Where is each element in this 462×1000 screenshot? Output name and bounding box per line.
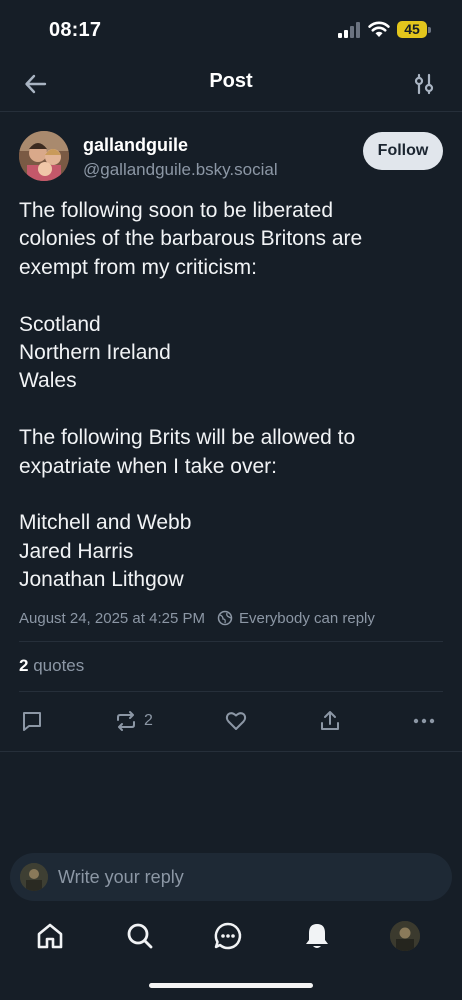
heart-icon — [225, 712, 247, 730]
repost-icon — [117, 711, 135, 731]
sliders-icon — [414, 73, 434, 95]
author-handle[interactable]: @gallandguile.bsky.social — [83, 160, 278, 180]
post-timestamp: August 24, 2025 at 4:25 PM — [19, 609, 205, 627]
home-icon — [37, 923, 63, 949]
nav-home[interactable] — [34, 920, 66, 952]
post-text-line: Jonathan Lithgow — [19, 568, 184, 592]
reply-button[interactable] — [20, 708, 44, 734]
post-text-line: The following soon to be liberated — [19, 199, 334, 222]
home-indicator — [149, 983, 313, 988]
post-text-line: Mitchell and Webb — [19, 511, 192, 535]
post-text-blank-line — [19, 282, 439, 310]
post-text-line: Scotland — [19, 312, 101, 336]
bottom-navigation — [0, 914, 462, 958]
search-icon — [127, 923, 153, 949]
repost-count: 2 — [144, 712, 153, 729]
post-text-line: Wales — [19, 369, 77, 393]
post-text-line: The following Brits will be allowed to — [19, 426, 356, 450]
divider — [19, 641, 443, 642]
author-name[interactable]: gallandguile — [83, 135, 188, 156]
post-text: The following soon to be liberated coloni… — [19, 197, 439, 595]
page-title: Post — [209, 70, 253, 92]
reply-composer[interactable]: Write your reply — [10, 853, 452, 901]
post-text-line: colonies of the barbarous Britons are — [19, 227, 363, 251]
status-bar: 08:17 45 — [0, 0, 462, 60]
more-icon — [413, 718, 435, 724]
post-text-line: expatriate when I take over: — [19, 454, 277, 478]
post-text-blank-line — [19, 481, 439, 509]
post-meta: August 24, 2025 at 4:25 PM Everybody can… — [19, 607, 443, 629]
battery-level: 45 — [404, 21, 420, 37]
nav-chat[interactable] — [212, 920, 244, 952]
thread-settings-button[interactable] — [410, 70, 438, 98]
post-actions: 2 — [0, 704, 462, 738]
post-header: Post — [0, 60, 462, 112]
divider — [19, 691, 443, 692]
post-text-line: Jared Harris — [19, 539, 134, 563]
quotes-count: 2 — [19, 656, 29, 675]
nav-notifications[interactable] — [301, 920, 333, 952]
status-time: 08:17 — [49, 19, 102, 41]
post-text-blank-line — [19, 396, 439, 424]
like-button[interactable] — [224, 708, 248, 734]
globe-icon — [217, 610, 233, 626]
post-text-line: Northern Ireland — [19, 341, 171, 365]
chat-icon — [214, 922, 242, 950]
nav-profile[interactable] — [389, 920, 421, 952]
quotes-label: quotes — [33, 656, 85, 675]
reply-placeholder: Write your reply — [58, 866, 184, 887]
bell-icon — [306, 924, 328, 948]
share-button[interactable] — [318, 708, 342, 734]
wifi-icon — [368, 20, 390, 43]
share-icon — [321, 711, 339, 730]
user-avatar — [20, 863, 48, 891]
reply-permission[interactable]: Everybody can reply — [239, 610, 375, 627]
more-options-button[interactable] — [412, 708, 436, 734]
comment-icon — [23, 712, 41, 731]
nav-search[interactable] — [124, 920, 156, 952]
follow-button[interactable]: Follow — [363, 132, 443, 170]
post-text-line: exempt from my criticism: — [19, 255, 258, 279]
quotes-link[interactable]: 2 quotes — [19, 656, 84, 676]
profile-avatar — [390, 921, 420, 951]
divider — [0, 751, 462, 752]
battery-icon: 45 — [397, 20, 431, 40]
repost-button[interactable]: 2 — [114, 708, 153, 734]
author-avatar[interactable] — [19, 131, 69, 181]
cellular-signal-icon — [338, 22, 362, 43]
